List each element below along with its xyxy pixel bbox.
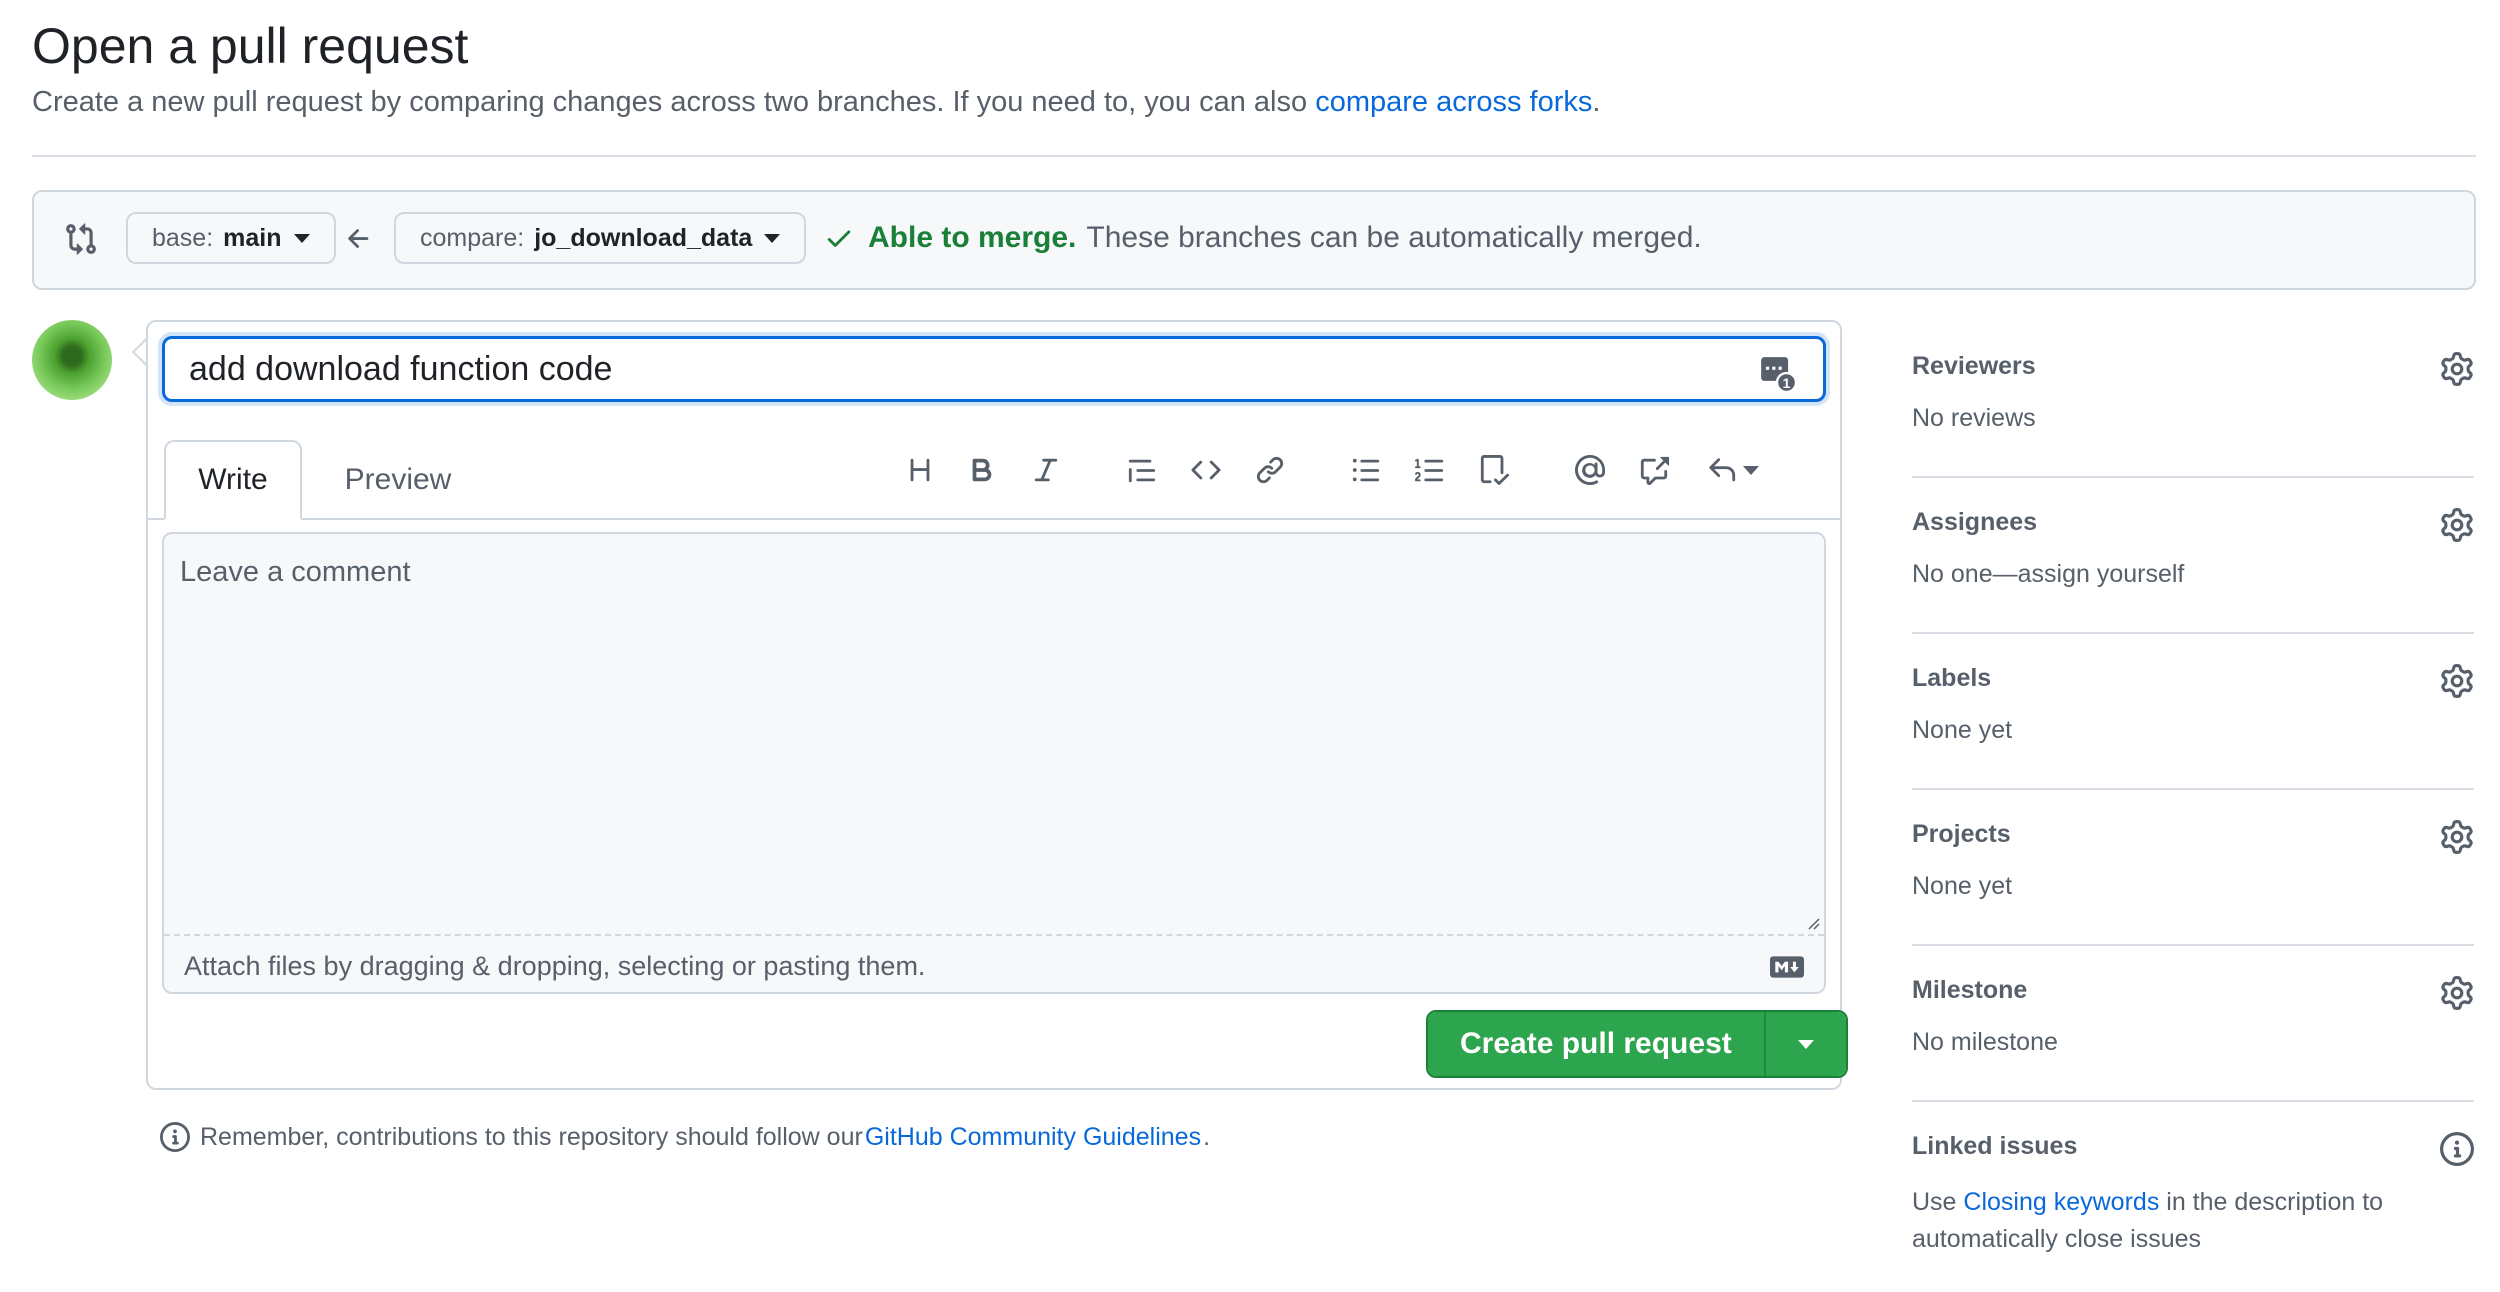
unordered-list-icon[interactable] [1348, 452, 1384, 488]
bold-icon[interactable] [964, 452, 1000, 488]
labels-heading[interactable]: Labels [1912, 664, 1991, 693]
reminder-suffix: . [1203, 1122, 1211, 1151]
sidebar-milestone: Milestone No milestone [1912, 946, 2474, 1102]
link-icon[interactable] [1252, 452, 1288, 488]
quote-icon[interactable] [1124, 452, 1160, 488]
info-icon[interactable] [2440, 1132, 2474, 1166]
subtitle-suffix: . [1592, 86, 1601, 118]
compare-label: compare: [420, 223, 525, 252]
submit-button-group: Create pull request [1426, 1010, 1848, 1078]
ordered-list-icon[interactable] [1412, 452, 1448, 488]
task-list-icon[interactable] [1476, 452, 1512, 488]
arrow-left-icon [344, 224, 374, 254]
gear-icon[interactable] [2440, 976, 2474, 1010]
markdown-icon[interactable] [1770, 956, 1804, 978]
sidebar-labels: Labels None yet [1912, 634, 2474, 790]
italic-icon[interactable] [1028, 452, 1064, 488]
merge-status: Able to merge. These branches can be aut… [824, 214, 1702, 262]
attach-files-bar[interactable]: Attach files by dragging & dropping, sel… [164, 934, 1824, 992]
avatar[interactable] [32, 320, 112, 400]
sidebar-assignees: Assignees No one—assign yourself [1912, 478, 2474, 634]
compare-across-forks-link[interactable]: compare across forks [1315, 86, 1592, 118]
pull-request-form: 1 Write Preview [146, 320, 1848, 1090]
tab-write[interactable]: Write [164, 440, 302, 520]
community-guidelines-link[interactable]: GitHub Community Guidelines [865, 1123, 1201, 1152]
linked-issues-text: Use Closing keywords in the description … [1912, 1184, 2432, 1258]
merge-ok-text: Able to merge. [868, 221, 1077, 254]
guidelines-reminder: Remember, contributions to this reposito… [160, 1122, 1210, 1152]
attach-files-text: Attach files by dragging & dropping, sel… [184, 950, 926, 981]
sidebar-linked-issues: Linked issues Use Closing keywords in th… [1912, 1102, 2474, 1292]
comment-editor: Attach files by dragging & dropping, sel… [162, 532, 1826, 994]
info-icon [160, 1122, 200, 1152]
base-label: base: [152, 223, 214, 252]
closing-keywords-link[interactable]: Closing keywords [1963, 1188, 2159, 1216]
resize-handle-icon[interactable] [1804, 914, 1820, 930]
base-branch-name: main [223, 223, 282, 252]
gear-icon[interactable] [2440, 820, 2474, 854]
reminder-text: Remember, contributions to this reposito… [200, 1122, 863, 1151]
create-options-dropdown[interactable] [1763, 1012, 1846, 1076]
base-branch-button[interactable]: base: main [126, 212, 336, 264]
projects-value: None yet [1912, 872, 2013, 900]
tab-preview[interactable]: Preview [318, 440, 478, 520]
title-input[interactable] [162, 336, 1826, 402]
cross-reference-icon[interactable] [1636, 452, 1672, 488]
reviewers-value: No reviews [1912, 404, 2036, 432]
milestone-heading[interactable]: Milestone [1912, 976, 2027, 1005]
assignees-heading[interactable]: Assignees [1912, 508, 2037, 537]
page-title: Open a pull request [32, 18, 469, 74]
header-divider [32, 155, 2476, 157]
gear-icon[interactable] [2440, 664, 2474, 698]
check-icon [824, 223, 854, 253]
projects-heading[interactable]: Projects [1912, 820, 2011, 849]
reviewers-heading[interactable]: Reviewers [1912, 352, 2036, 381]
linked-issues-heading: Linked issues [1912, 1132, 2078, 1160]
compare-branch-name: jo_download_data [534, 223, 753, 252]
caret-down-icon [1797, 1039, 1814, 1049]
comment-textarea[interactable] [164, 534, 1824, 934]
sidebar-reviewers: Reviewers No reviews [1912, 322, 2474, 478]
mention-icon[interactable] [1572, 452, 1608, 488]
heading-icon[interactable] [902, 452, 938, 488]
gear-icon[interactable] [2440, 352, 2474, 386]
caret-down-icon [1743, 465, 1759, 475]
gear-icon[interactable] [2440, 508, 2474, 542]
code-icon[interactable] [1188, 452, 1224, 488]
caret-down-icon [764, 233, 781, 243]
milestone-value: No milestone [1912, 1028, 2058, 1056]
sidebar-projects: Projects None yet [1912, 790, 2474, 946]
sidebar: Reviewers No reviews Assignees No one—as… [1912, 322, 2474, 1292]
merge-description: These branches can be automatically merg… [1086, 221, 1702, 254]
create-pull-request-button[interactable]: Create pull request [1428, 1012, 1764, 1076]
git-compare-icon [64, 222, 98, 256]
linked-issues-prefix: Use [1912, 1188, 1964, 1216]
saved-replies-icon[interactable]: 1 [1758, 354, 1796, 392]
reply-icon[interactable] [1700, 452, 1766, 488]
labels-value: None yet [1912, 716, 2013, 744]
svg-text:1: 1 [1783, 376, 1791, 392]
compare-branch-button[interactable]: compare: jo_download_data [394, 212, 807, 264]
caret-down-icon [293, 233, 310, 243]
assignees-value[interactable]: No one—assign yourself [1912, 560, 2184, 589]
compare-bar: base: main compare: jo_download_data Abl… [32, 190, 2476, 290]
subtitle-text: Create a new pull request by comparing c… [32, 86, 1316, 118]
page-subtitle: Create a new pull request by comparing c… [32, 82, 1600, 122]
